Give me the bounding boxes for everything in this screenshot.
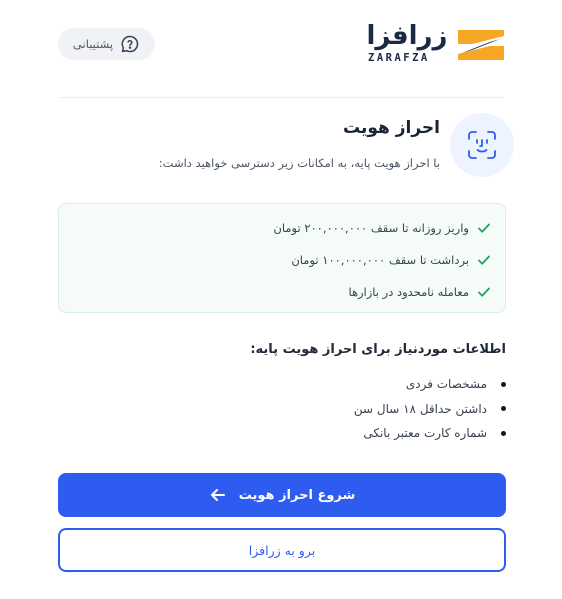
- perk-item: معامله نامحدود در بازارها: [348, 282, 491, 302]
- face-id-badge: [450, 113, 514, 177]
- face-scan-icon: [468, 131, 496, 159]
- requirements-title: اطلاعات موردنیاز برای احراز هویت پایه:: [250, 342, 506, 357]
- go-to-zarafza-label: برو به زرافزا: [248, 542, 316, 558]
- perk-item: برداشت تا سقف ۱۰۰,۰۰۰,۰۰۰ تومان: [291, 250, 491, 270]
- support-button[interactable]: پشتیبانی: [58, 28, 155, 60]
- check-icon: [478, 223, 490, 233]
- check-icon: [478, 287, 490, 297]
- bullet: [501, 430, 506, 436]
- start-verification-label: شروع احراز هویت: [238, 487, 356, 503]
- chat-question-icon: [121, 35, 139, 53]
- arrow-left-icon: [210, 489, 225, 501]
- list-item: مشخصات فردی: [354, 372, 506, 397]
- support-label: پشتیبانی: [72, 37, 114, 51]
- zarafza-logo-icon: [458, 30, 504, 60]
- requirement-text: مشخصات فردی: [405, 377, 487, 392]
- perk-text: واریز روزانه تا سقف ۲۰۰,۰۰۰,۰۰۰ تومان: [273, 221, 469, 235]
- page-title: احراز هویت: [342, 118, 440, 138]
- header-divider: [58, 97, 504, 98]
- bullet: [501, 406, 506, 412]
- list-item: شماره کارت معتبر بانکی: [354, 421, 506, 446]
- perk-text: برداشت تا سقف ۱۰۰,۰۰۰,۰۰۰ تومان: [291, 253, 469, 267]
- requirements-list: مشخصات فردی داشتن حداقل ۱۸ سال سن شماره …: [354, 372, 506, 446]
- perk-text: معامله نامحدود در بازارها: [348, 285, 469, 299]
- requirement-text: شماره کارت معتبر بانکی: [363, 426, 487, 441]
- list-item: داشتن حداقل ۱۸ سال سن: [354, 397, 506, 422]
- requirement-text: داشتن حداقل ۱۸ سال سن: [353, 401, 487, 416]
- brand-latin: ZARAFZA: [368, 52, 430, 64]
- go-to-zarafza-button[interactable]: برو به زرافزا: [58, 528, 506, 572]
- brand-wordmark: زرافزا: [366, 21, 449, 51]
- start-verification-button[interactable]: شروع احراز هویت: [58, 473, 506, 517]
- page-subtitle: با احراز هویت پایه، به امکانات زیر دسترس…: [158, 156, 440, 170]
- brand-logo: زرافزا ZARAFZA: [366, 22, 506, 66]
- perks-box: واریز روزانه تا سقف ۲۰۰,۰۰۰,۰۰۰ تومان بر…: [58, 203, 506, 313]
- check-icon: [478, 255, 490, 265]
- bullet: [501, 381, 506, 387]
- perk-item: واریز روزانه تا سقف ۲۰۰,۰۰۰,۰۰۰ تومان: [273, 218, 491, 238]
